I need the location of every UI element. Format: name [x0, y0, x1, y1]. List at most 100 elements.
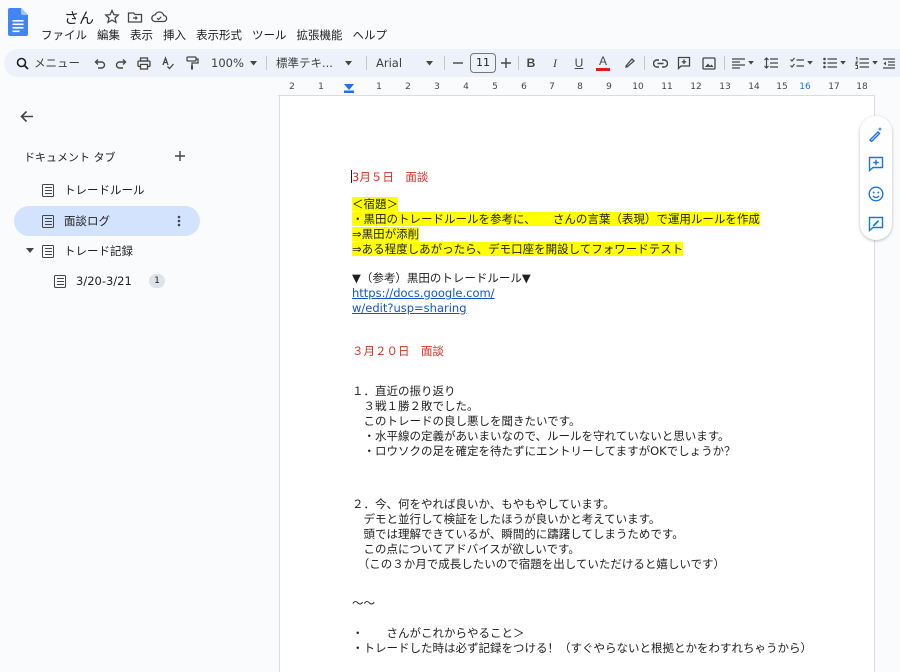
tab-meeting-log[interactable]: 面談ログ: [14, 206, 200, 236]
bulleted-list-select[interactable]: [820, 49, 848, 77]
ruler-number: 10: [632, 82, 644, 92]
highlight-button[interactable]: [620, 49, 638, 77]
ruler-number: 11: [661, 82, 673, 92]
line-spacing-button[interactable]: [762, 49, 780, 77]
doc-reference-link[interactable]: w/edit?usp=sharing: [352, 301, 467, 316]
doc-heading-march-5: 3月５日 面談: [352, 170, 429, 184]
add-comment-button[interactable]: [675, 49, 693, 77]
font-select[interactable]: Arial: [372, 49, 440, 77]
menu-edit[interactable]: 編集: [92, 27, 125, 43]
zoom-select[interactable]: 100%: [208, 49, 260, 77]
toolbar: メニュー 100% 標準テキ... Arial 11 B I U A: [4, 49, 900, 77]
doc-homework-item: ⇒ある程度しあがったら、デモ口座を開設してフォワードテスト: [352, 242, 684, 256]
docs-logo-icon[interactable]: [8, 8, 28, 36]
link-icon: [652, 58, 668, 68]
menu-format[interactable]: 表示形式: [191, 27, 247, 43]
menu-help[interactable]: ヘルプ: [348, 27, 393, 43]
text-color-swatch: [596, 68, 610, 71]
decrease-indent-button[interactable]: [882, 49, 896, 77]
right-indent-marker[interactable]: 16: [799, 82, 810, 92]
left-indent-marker[interactable]: [344, 84, 354, 93]
checklist-icon: [789, 57, 804, 68]
toolbar-divider: [518, 56, 519, 70]
paragraph-style-select[interactable]: 標準テキ...: [274, 49, 360, 77]
doc-homework-heading: ＜宿題＞: [352, 197, 398, 211]
toolbar-divider: [366, 56, 367, 70]
search-icon: [16, 57, 29, 70]
ruler-number: 5: [492, 82, 498, 92]
suggest-edits-button[interactable]: [866, 214, 886, 234]
underline-icon: U: [574, 56, 584, 70]
chevron-down-icon: [839, 61, 846, 65]
numbered-list-select[interactable]: [852, 49, 880, 77]
increase-font-size-button[interactable]: [498, 49, 514, 77]
checklist-select[interactable]: [786, 49, 816, 77]
tab-trade-rules[interactable]: トレードルール: [14, 175, 200, 205]
ruler-number: 14: [748, 82, 760, 92]
doc-homework-item: ⇒黒田が添削: [352, 227, 420, 241]
tab-trade-records[interactable]: トレード記録: [14, 236, 200, 266]
insert-link-button[interactable]: [651, 49, 669, 77]
text-color-button[interactable]: A: [594, 49, 612, 77]
tab-label: 3/20-3/21: [76, 274, 132, 288]
doc-paragraph-line: この点についてアドバイスが欲しいです。: [352, 542, 580, 556]
document-icon: [54, 274, 66, 288]
collapse-arrow-icon[interactable]: [26, 248, 34, 254]
spellcheck-button[interactable]: [159, 49, 177, 77]
comment-plus-icon: [868, 156, 884, 172]
ruler-number: 3: [434, 82, 440, 92]
help-me-write-button[interactable]: [866, 124, 886, 144]
tab-label: 面談ログ: [64, 214, 110, 228]
menu-tools[interactable]: ツール: [247, 27, 292, 43]
chevron-down-icon: [344, 60, 352, 65]
comment-plus-icon: [677, 56, 691, 70]
doc-paragraph-line: このトレードの良し悪しを聞きたいです。: [352, 414, 581, 428]
document-page[interactable]: 3月５日 面談 ＜宿題＞ ・黒田のトレードルールを参考に、 さんの言葉（表現）で…: [279, 96, 875, 672]
numbered-list-icon: [854, 57, 869, 69]
print-button[interactable]: [135, 49, 153, 77]
star-icon[interactable]: [103, 8, 121, 26]
text-color-icon: A: [598, 54, 607, 68]
ruler-number: 4: [463, 82, 469, 92]
document-tabs-header: ドキュメント タブ: [24, 151, 116, 164]
magic-pen-icon: [869, 127, 882, 142]
menu-file[interactable]: ファイル: [36, 27, 92, 43]
menu-search-box[interactable]: メニュー: [8, 52, 86, 74]
add-comment-side-button[interactable]: [866, 154, 886, 174]
document-tabs-sidebar: ドキュメント タブ トレードルール 面談ログ トレード記録 3/20-3/21 …: [0, 96, 278, 672]
cloud-saved-icon[interactable]: [150, 8, 168, 26]
tab-label: トレード記録: [64, 244, 133, 258]
title-bar: さん ファイル 編集 表示 挿入 表示形式 ツール 拡張機能 ヘルプ: [0, 0, 900, 46]
undo-button[interactable]: [90, 49, 108, 77]
ruler[interactable]: 2 1 1 2 3 4 5 6 7 8 9 10 11 12 13 14 15 …: [278, 80, 875, 96]
redo-button[interactable]: [112, 49, 130, 77]
suggest-edit-icon: [868, 216, 884, 232]
spellcheck-icon: [162, 56, 174, 70]
chevron-down-icon: [249, 60, 257, 65]
paint-format-button[interactable]: [183, 49, 201, 77]
move-folder-icon[interactable]: [126, 8, 144, 26]
align-select[interactable]: [729, 49, 757, 77]
menu-view[interactable]: 表示: [125, 27, 158, 43]
bold-button[interactable]: B: [523, 49, 539, 77]
ruler-number: 1: [376, 82, 382, 92]
more-options-icon[interactable]: [177, 215, 181, 227]
tab-3-20-3-21[interactable]: 3/20-3/21 1: [14, 266, 200, 296]
font-size-input[interactable]: 11: [470, 53, 496, 73]
doc-reference-link[interactable]: https://docs.google.com/: [352, 286, 495, 301]
menu-insert[interactable]: 挿入: [158, 27, 191, 43]
add-tab-plus-icon[interactable]: [175, 151, 185, 161]
add-emoji-reaction-button[interactable]: [866, 184, 886, 204]
doc-paragraph-line: ・水平線の定義があいまいなので、ルールを守れていないと思います。: [352, 429, 730, 443]
menu-extensions[interactable]: 拡張機能: [292, 27, 348, 43]
insert-image-button[interactable]: [700, 49, 718, 77]
document-title[interactable]: さん: [64, 7, 94, 28]
back-arrow-icon[interactable]: [20, 110, 34, 123]
underline-button[interactable]: U: [571, 49, 587, 77]
ruler-number: 2: [405, 82, 411, 92]
emoji-icon: [868, 186, 884, 202]
line-spacing-icon: [764, 57, 778, 69]
decrease-font-size-button[interactable]: [450, 49, 466, 77]
italic-button[interactable]: I: [547, 49, 563, 77]
italic-icon: I: [553, 55, 557, 70]
